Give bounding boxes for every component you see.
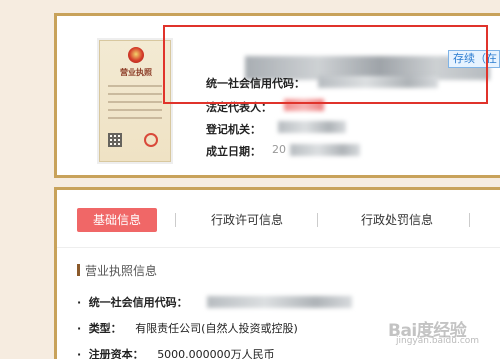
annotation-highlight-box — [163, 25, 488, 104]
national-emblem-icon — [128, 47, 144, 63]
credit-code-detail-blurred — [207, 296, 352, 308]
license-text-line — [108, 117, 162, 119]
license-thumbnail-title: 营业执照 — [120, 68, 152, 77]
qr-code-icon — [108, 133, 122, 147]
established-date-label: 成立日期： — [206, 145, 261, 158]
tab-basic-info[interactable]: 基础信息 — [77, 208, 157, 232]
row-bullet: · — [77, 348, 82, 359]
business-license-thumbnail[interactable]: 营业执照 — [99, 40, 171, 162]
row-bullet: · — [77, 322, 82, 335]
row-label: 类型： — [88, 322, 122, 335]
established-date-value-blurred — [290, 144, 360, 156]
official-seal-icon — [144, 133, 158, 147]
license-text-line — [108, 85, 162, 87]
tab-admin-license[interactable]: 行政许可信息 — [197, 208, 297, 232]
license-text-line — [108, 109, 162, 111]
established-date-prefix: 20 — [272, 143, 286, 156]
tab-admin-penalty[interactable]: 行政处罚信息 — [342, 208, 452, 232]
license-text-line — [108, 101, 162, 103]
detail-row-type: · 类型： 有限责任公司(自然人投资或控股) — [77, 320, 298, 336]
info-tabbar: 基础信息 行政许可信息 行政处罚信息 — [57, 190, 500, 248]
row-label: 注册资本： — [88, 348, 144, 359]
license-text-line — [108, 93, 162, 95]
registration-authority-label: 登记机关： — [206, 123, 261, 136]
tab-divider — [469, 213, 470, 227]
tab-divider — [317, 213, 318, 227]
row-value: 有限责任公司(自然人投资或控股) — [135, 322, 298, 335]
page-root: 营业执照 存续（在 统一社会信用代码： 法定代表人： 登记机关： 成立日期： 2… — [0, 0, 500, 359]
section-marker — [77, 264, 80, 276]
section-title: 营业执照信息 — [85, 264, 158, 278]
tab-divider — [175, 213, 176, 227]
row-value: 5000.000000万人民币 — [157, 348, 275, 359]
detail-row-registered-capital: · 注册资本： 5000.000000万人民币 — [77, 346, 275, 359]
watermark-url: jingyan.baidu.com — [396, 336, 480, 346]
row-bullet: · — [77, 296, 82, 309]
detail-row-credit-code: · 统一社会信用代码： — [77, 294, 188, 310]
row-label: 统一社会信用代码： — [88, 296, 188, 309]
registration-authority-value-blurred — [278, 121, 346, 133]
